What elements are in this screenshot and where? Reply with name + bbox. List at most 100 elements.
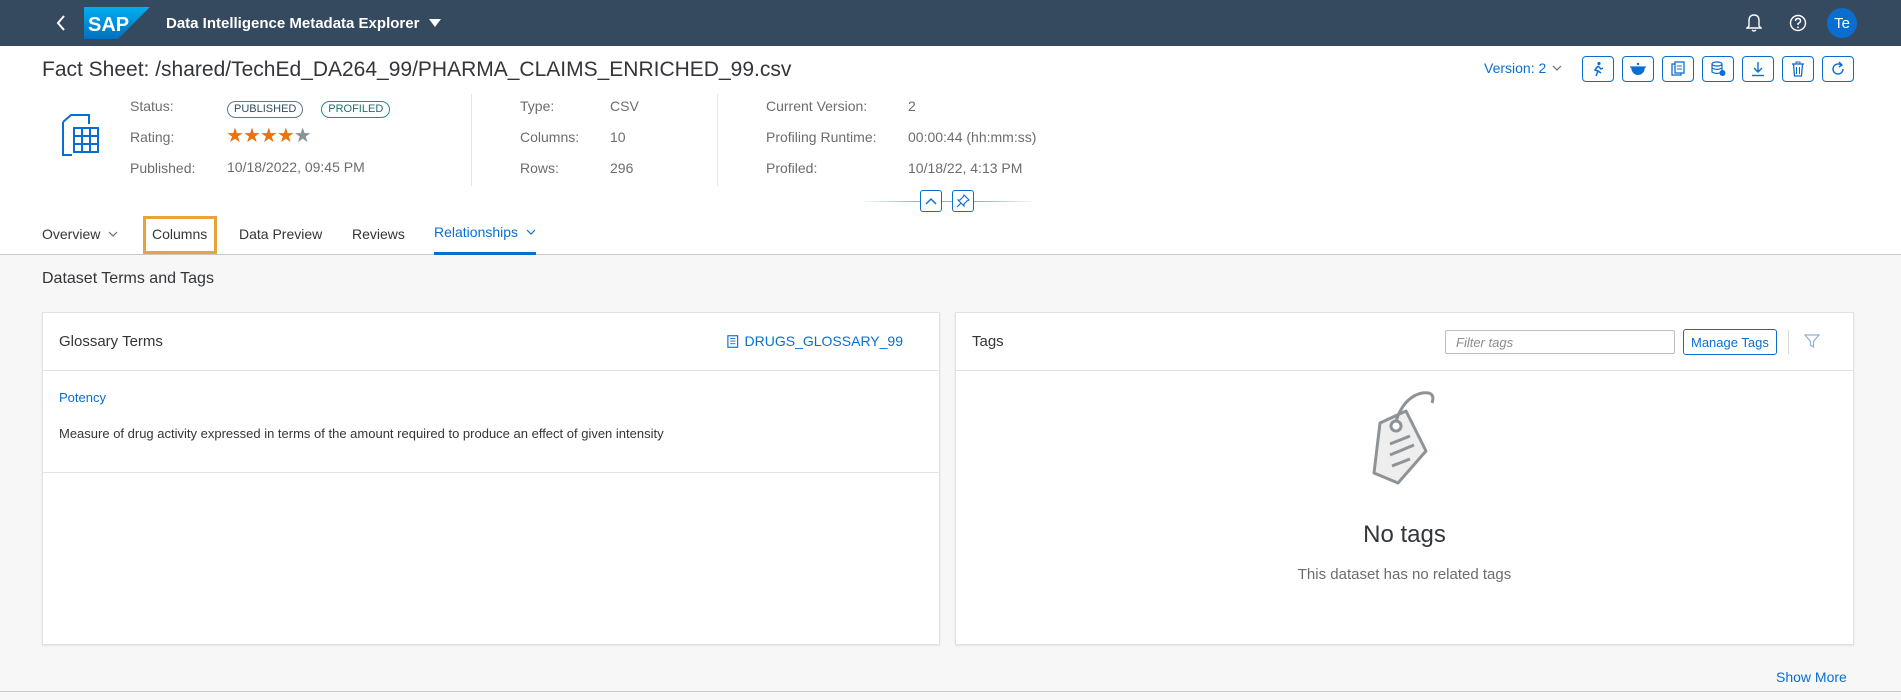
tags-card: Tags Manage Tags No tags This dataset ha… — [955, 312, 1854, 645]
manage-tags-button[interactable]: Manage Tags — [1683, 329, 1777, 355]
tab-label: Reviews — [352, 225, 405, 242]
columns-value: 10 — [610, 129, 626, 145]
term-description: Measure of drug activity expressed in te… — [59, 426, 664, 441]
glossary-card-title: Glossary Terms — [59, 333, 163, 350]
published-value: 10/18/2022, 09:45 PM — [227, 159, 365, 175]
filter-button[interactable] — [1803, 333, 1821, 354]
publish-icon — [1711, 61, 1726, 76]
copy-icon — [1671, 61, 1685, 76]
app-title-menu[interactable]: Data Intelligence Metadata Explorer — [166, 14, 442, 32]
user-avatar[interactable]: Te — [1827, 8, 1857, 38]
empty-subtitle: This dataset has no related tags — [1297, 566, 1512, 583]
version-label: Version: 2 — [1484, 60, 1547, 76]
run-profile-button[interactable] — [1582, 56, 1614, 82]
back-button[interactable] — [46, 8, 76, 38]
lineage-icon — [1630, 62, 1646, 75]
status-label: Status: — [130, 98, 174, 114]
section-title: Dataset Terms and Tags — [42, 270, 214, 287]
star-icon: ★ — [276, 125, 295, 147]
header-collapse-line — [860, 201, 1036, 202]
glossary-link[interactable]: DRUGS_GLOSSARY_99 — [727, 333, 903, 349]
profiling-runtime-label: Profiling Runtime: — [766, 129, 877, 145]
collapse-header-button[interactable] — [920, 190, 942, 212]
tab-label: Data Preview — [239, 225, 323, 242]
back-icon — [56, 15, 65, 31]
current-version-label: Current Version: — [766, 98, 868, 114]
star-empty-icon: ★ — [293, 125, 312, 147]
app-title: Data Intelligence Metadata Explorer — [166, 14, 420, 32]
star-icon: ★ — [242, 125, 261, 147]
dataset-info-group: Type: CSV Columns: 10 Rows: 296 — [520, 98, 720, 188]
tags-card-title: Tags — [972, 333, 1004, 350]
tab-label: Overview — [42, 225, 101, 242]
rows-value: 296 — [610, 160, 634, 176]
tab-label: Relationships — [434, 224, 519, 240]
header-actions — [1582, 56, 1854, 82]
current-version-value: 2 — [908, 98, 916, 114]
tags-card-header: Tags Manage Tags — [956, 313, 1853, 371]
glossary-card-header: Glossary Terms DRUGS_GLOSSARY_99 — [43, 313, 939, 371]
show-more-link[interactable]: Show More — [1776, 669, 1847, 685]
type-label: Type: — [520, 98, 555, 114]
version-info-group: Current Version: 2 Profiling Runtime: 00… — [766, 98, 1096, 188]
lineage-button[interactable] — [1622, 56, 1654, 82]
tab-label: Columns — [152, 225, 208, 242]
filter-tags-input[interactable] — [1445, 330, 1675, 354]
tab-relationships[interactable]: Relationships — [434, 212, 537, 255]
copy-button[interactable] — [1662, 56, 1694, 82]
rows-label: Rows: — [520, 160, 559, 176]
help-button[interactable] — [1783, 8, 1813, 38]
publish-button[interactable] — [1702, 56, 1734, 82]
glossary-name: DRUGS_GLOSSARY_99 — [744, 333, 903, 349]
run-profile-icon — [1593, 61, 1604, 77]
divider — [717, 94, 718, 186]
status-badges: PUBLISHED PROFILED — [227, 99, 391, 118]
caret-down-icon — [429, 19, 442, 27]
chevron-down-icon — [1552, 65, 1562, 71]
notifications-button[interactable] — [1739, 8, 1769, 38]
refresh-icon — [1832, 61, 1844, 75]
pin-icon — [956, 194, 970, 208]
funnel-icon — [1803, 334, 1821, 349]
tag-illustration-icon — [1372, 391, 1435, 485]
type-value: CSV — [610, 98, 639, 114]
page-title: Fact Sheet: /shared/TechEd_DA264_99/PHAR… — [42, 58, 792, 81]
delete-button[interactable] — [1782, 56, 1814, 82]
toolbar-separator — [1788, 330, 1789, 354]
help-icon — [1789, 14, 1807, 32]
tab-bar: Overview Columns Data Preview Reviews Re… — [0, 212, 1901, 255]
sap-logo: SAP — [84, 7, 150, 39]
sap-logo-text: SAP — [88, 14, 129, 36]
shell-bar: SAP Data Intelligence Metadata Explorer … — [0, 0, 1901, 46]
published-label: Published: — [130, 160, 196, 176]
delete-icon — [1792, 61, 1804, 77]
columns-label: Columns: — [520, 129, 580, 145]
tab-overview[interactable]: Overview — [42, 212, 118, 255]
profiled-badge: PROFILED — [321, 101, 391, 118]
glossary-term-item: Potency Measure of drug activity express… — [43, 371, 939, 473]
empty-title: No tags — [1363, 521, 1446, 548]
rating-stars: ★★★★★ — [226, 123, 312, 148]
term-link[interactable]: Potency — [59, 371, 106, 405]
star-icon: ★ — [226, 125, 244, 147]
profiling-runtime-value: 00:00:44 (hh:mm:ss) — [908, 129, 1037, 145]
star-icon: ★ — [259, 125, 278, 147]
profiled-label: Profiled: — [766, 160, 818, 176]
published-badge: PUBLISHED — [227, 101, 304, 118]
tab-columns[interactable]: Columns — [152, 212, 207, 255]
download-button[interactable] — [1742, 56, 1774, 82]
tab-data-preview[interactable]: Data Preview — [239, 212, 322, 255]
chevron-down-icon — [108, 231, 118, 237]
tab-reviews[interactable]: Reviews — [352, 212, 405, 255]
pin-header-button[interactable] — [952, 190, 974, 212]
download-icon — [1752, 62, 1764, 77]
rating-label: Rating: — [130, 129, 175, 145]
version-select[interactable]: Version: 2 — [1484, 60, 1562, 76]
glossary-book-icon — [727, 334, 739, 348]
profiled-value: 10/18/22, 4:13 PM — [908, 160, 1023, 176]
chevron-down-icon — [526, 229, 536, 235]
divider — [471, 94, 472, 186]
shell-actions: Te — [1739, 8, 1857, 38]
chevron-up-icon — [925, 198, 937, 205]
refresh-button[interactable] — [1822, 56, 1854, 82]
